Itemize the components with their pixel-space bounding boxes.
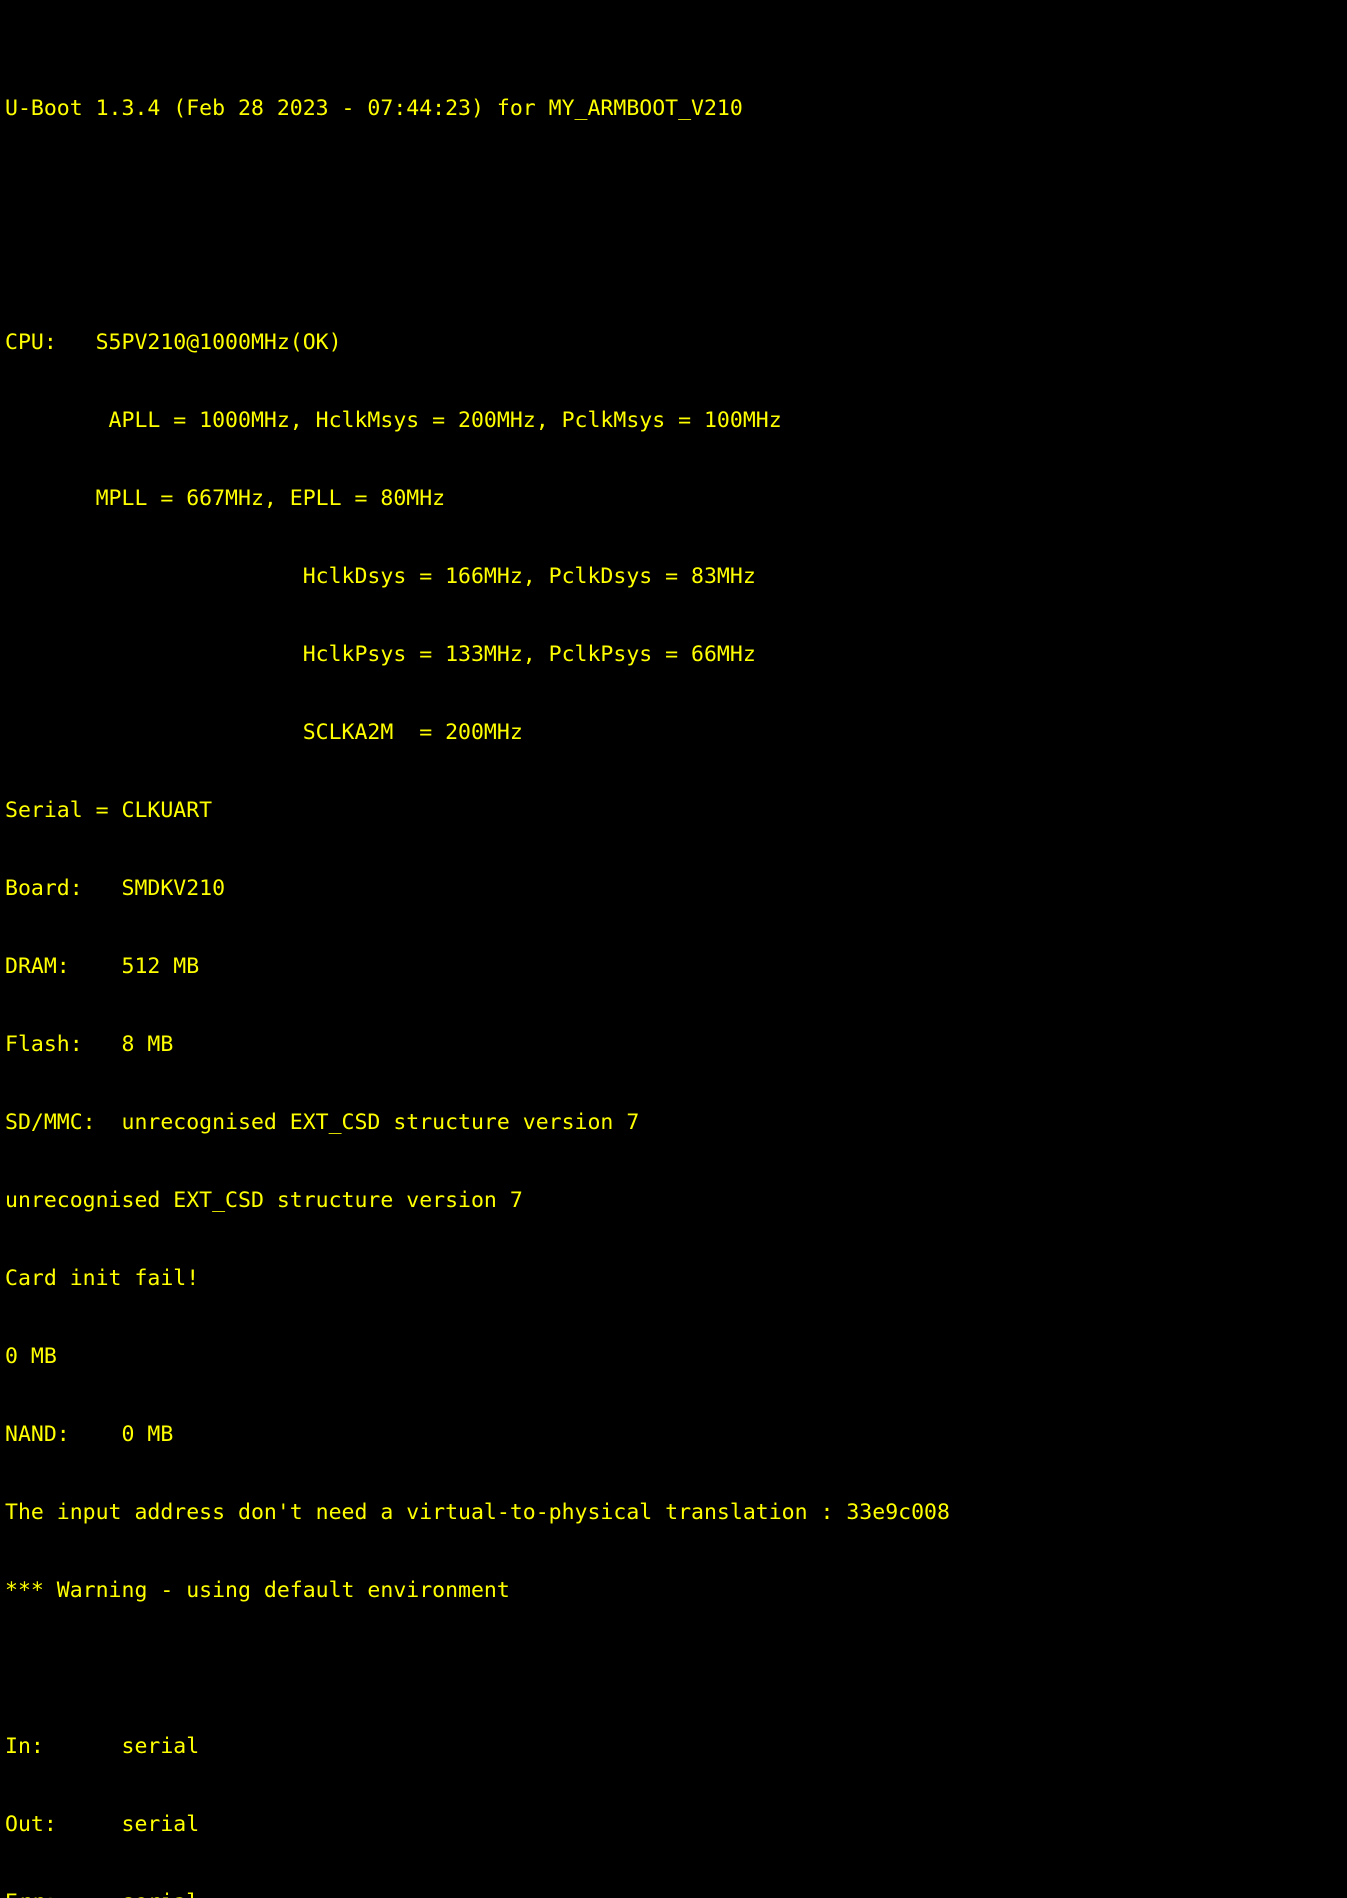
console-line-err: Err: serial: [5, 1890, 950, 1898]
console-line-sdmmc: SD/MMC: unrecognised EXT_CSD structure v…: [5, 1110, 640, 1135]
console-line-hclkdsys: HclkDsys = 166MHz, PclkDsys = 83MHz: [5, 564, 756, 589]
console-line-extcsd: unrecognised EXT_CSD structure version 7: [5, 1188, 523, 1213]
console-line-apll: APLL = 1000MHz, HclkMsys = 200MHz, PclkM…: [5, 408, 782, 433]
console-output: U-Boot 1.3.4 (Feb 28 2023 - 07:44:23) fo…: [5, 18, 950, 1898]
console-line-dram: DRAM: 512 MB: [5, 954, 200, 979]
console-line-nand: NAND: 0 MB: [5, 1422, 174, 1447]
console-line-out: Out: serial: [5, 1812, 200, 1837]
console-line-flash: Flash: 8 MB: [5, 1032, 174, 1057]
console-line-serial: Serial = CLKUART: [5, 798, 213, 823]
console-line-blank: [5, 1656, 950, 1682]
console-line-sclka2m: SCLKA2M = 200MHz: [5, 720, 523, 745]
console-line-banner: U-Boot 1.3.4 (Feb 28 2023 - 07:44:23) fo…: [5, 96, 743, 121]
console-line-blank: [5, 252, 950, 278]
console-line-mpll: MPLL = 667MHz, EPLL = 80MHz: [5, 486, 446, 511]
console-line-zerombsd: 0 MB: [5, 1344, 57, 1369]
console-line-address: The input address don't need a virtual-t…: [5, 1500, 950, 1525]
console-line-cardinit: Card init fail!: [5, 1266, 200, 1291]
console-line-warning: *** Warning - using default environment: [5, 1578, 510, 1603]
console-line-cpu: CPU: S5PV210@1000MHz(OK): [5, 330, 342, 355]
console-line-hclkpsys: HclkPsys = 133MHz, PclkPsys = 66MHz: [5, 642, 756, 667]
console-line-in: In: serial: [5, 1734, 200, 1759]
serial-terminal[interactable]: U-Boot 1.3.4 (Feb 28 2023 - 07:44:23) fo…: [0, 0, 1347, 1898]
console-line-board: Board: SMDKV210: [5, 876, 226, 901]
console-line-blank: [5, 174, 950, 200]
